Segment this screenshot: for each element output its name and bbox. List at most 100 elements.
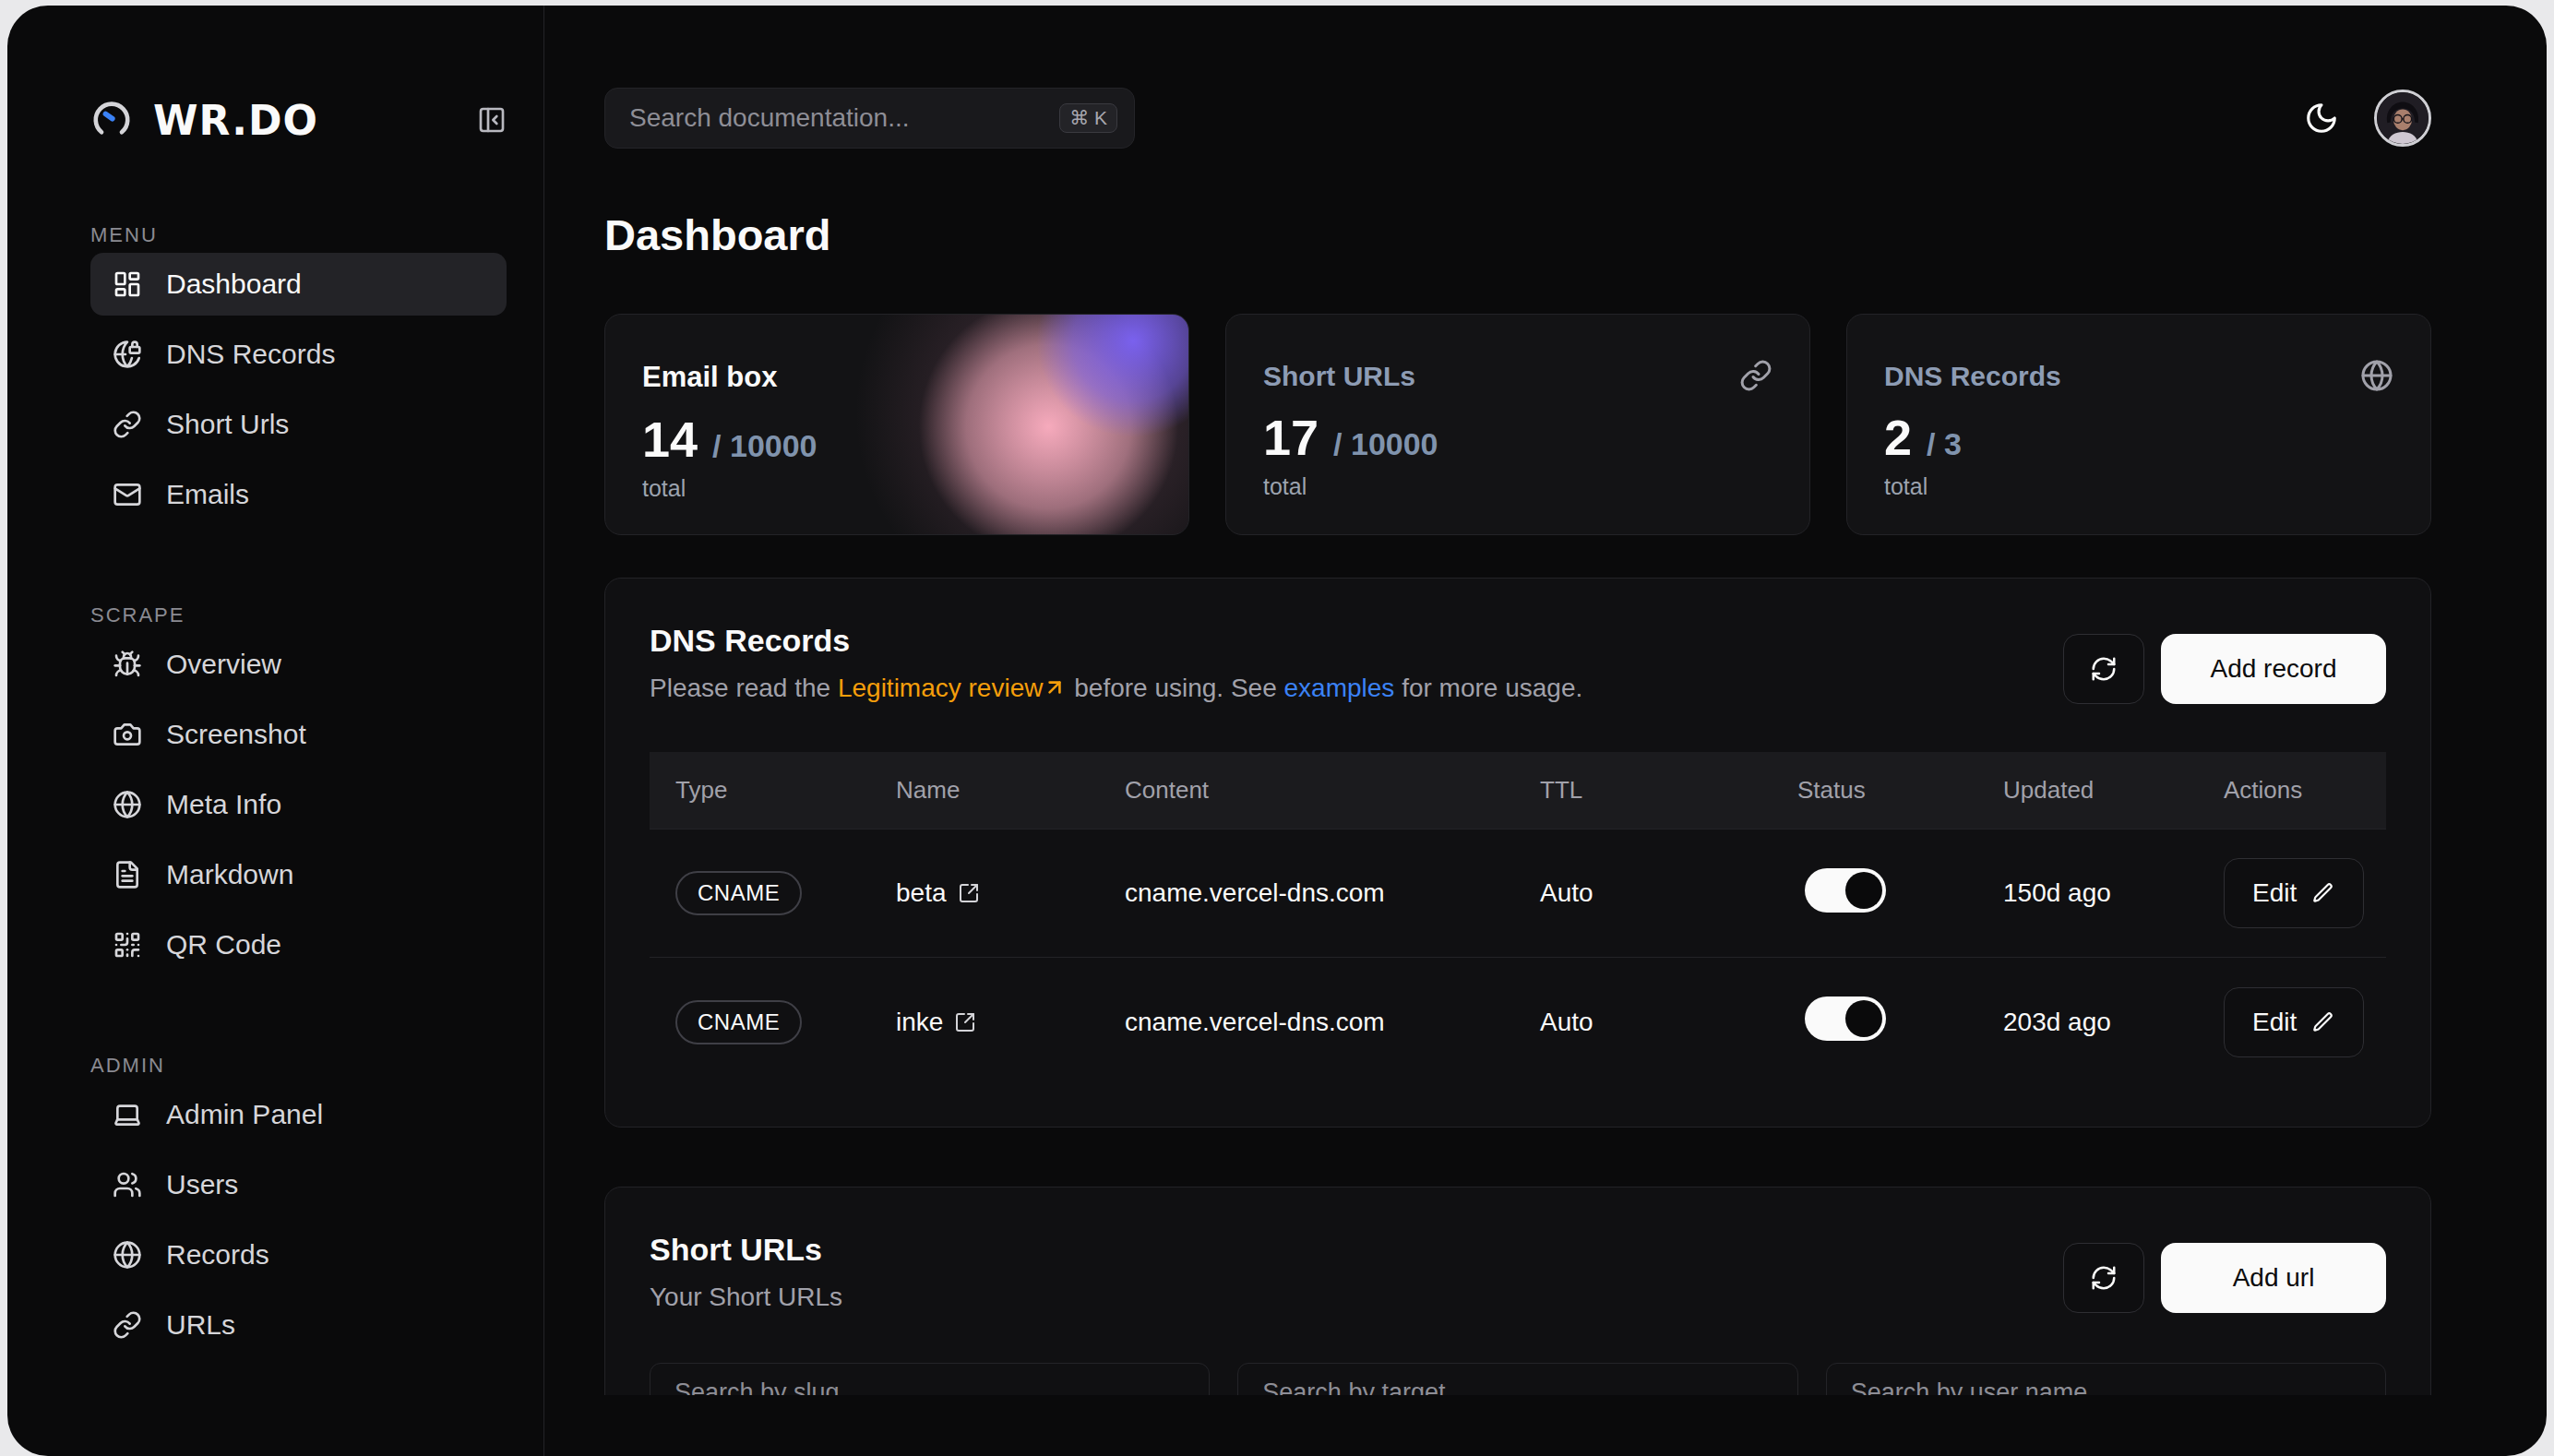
sidebar-item-label: Dashboard <box>166 269 302 300</box>
toggle-knob <box>1845 872 1882 909</box>
column-header: Content <box>1099 776 1514 805</box>
sidebar-item-short-urls[interactable]: Short Urls <box>90 393 507 456</box>
add-url-button[interactable]: Add url <box>2161 1243 2386 1313</box>
record-updated: 150d ago <box>1977 878 2198 908</box>
sidebar-item-users[interactable]: Users <box>90 1153 507 1216</box>
stat-caption: total <box>642 475 1152 502</box>
stat-icon-wrap <box>1739 359 1772 396</box>
add-record-button[interactable]: Add record <box>2161 634 2386 704</box>
stat-limit: / 10000 <box>1333 426 1438 462</box>
pencil-icon <box>2311 881 2335 905</box>
toggle-knob <box>1845 1000 1882 1037</box>
sidebar-item-dns-records[interactable]: DNS Records <box>90 323 507 386</box>
stat-caption: total <box>1263 473 1772 500</box>
dns-records-section: DNS Records Please read the Legitimacy r… <box>604 578 2431 1128</box>
status-toggle[interactable] <box>1805 997 1886 1041</box>
record-content: cname.vercel-dns.com <box>1099 878 1514 908</box>
record-type-badge: CNAME <box>675 1000 802 1044</box>
desc-text: for more usage. <box>1402 674 1582 702</box>
stat-card-dns-records: DNS Records2/ 3total <box>1846 314 2431 535</box>
users-icon <box>113 1170 142 1199</box>
sidebar-item-label: DNS Records <box>166 339 335 370</box>
record-ttl: Auto <box>1514 1008 1772 1037</box>
link-icon <box>113 1310 142 1340</box>
legitimacy-review-link[interactable]: Legitimacy review <box>838 674 1068 702</box>
sidebar-item-label: Users <box>166 1169 238 1200</box>
sidebar-item-label: URLs <box>166 1309 235 1341</box>
sidebar-item-dashboard[interactable]: Dashboard <box>90 253 507 316</box>
laptop-icon <box>113 1100 142 1129</box>
column-header: Type <box>650 776 870 805</box>
refresh-cw-icon <box>2090 1264 2118 1292</box>
dns-table-row: CNAMEbetacname.vercel-dns.comAuto150d ag… <box>650 829 2386 958</box>
examples-link[interactable]: examples <box>1284 674 1395 702</box>
refresh-button[interactable] <box>2063 1243 2144 1313</box>
sidebar-item-admin-panel[interactable]: Admin Panel <box>90 1083 507 1146</box>
short-urls-section: Short URLs Your Short URLs Add url <box>604 1187 2431 1395</box>
globe-icon <box>113 790 142 819</box>
sidebar-nav: MENU Dashboard DNS Records Short Urls Emails… <box>90 223 507 1356</box>
desc-text: Please read the <box>650 674 830 702</box>
url-filter-input-0[interactable] <box>650 1363 1210 1395</box>
url-filters <box>650 1363 2386 1395</box>
external-link-icon <box>958 882 980 904</box>
stat-limit: / 3 <box>1927 426 1962 462</box>
search-input[interactable]: Search documentation... ⌘ K <box>604 88 1135 149</box>
dns-table-row: CNAME inke cname.vercel-dns.comAuto 203d ag… <box>650 958 2386 1086</box>
sidebar-item-label: Markdown <box>166 859 293 890</box>
record-name: inke <box>896 1008 943 1037</box>
refresh-cw-icon <box>2090 655 2118 683</box>
sidebar-item-meta-info[interactable]: Meta Info <box>90 773 507 836</box>
stat-value: 17 <box>1263 409 1319 466</box>
sidebar-item-markdown[interactable]: Markdown <box>90 843 507 906</box>
layout-dashboard-icon <box>113 269 142 299</box>
sidebar-item-label: Meta Info <box>166 789 281 820</box>
urls-section-title: Short URLs <box>650 1232 2063 1268</box>
dns-table-header: TypeNameContentTTLStatusUpdatedActions <box>650 752 2386 829</box>
sidebar-item-screenshot[interactable]: Screenshot <box>90 703 507 766</box>
url-filter-input-1[interactable] <box>1237 1363 1797 1395</box>
sidebar-item-label: Emails <box>166 479 249 510</box>
topbar: Search documentation... ⌘ K <box>604 88 2431 149</box>
sidebar-collapse-button[interactable] <box>477 105 507 135</box>
refresh-button[interactable] <box>2063 634 2144 704</box>
camera-icon <box>113 720 142 749</box>
sidebar-item-records[interactable]: Records <box>90 1223 507 1286</box>
sidebar-item-emails[interactable]: Emails <box>90 463 507 526</box>
stat-icon-wrap <box>2360 359 2393 396</box>
column-header: Name <box>870 776 1099 805</box>
moon-icon <box>2304 101 2339 136</box>
brand-logo-icon <box>90 99 133 141</box>
column-header: Status <box>1772 776 1977 805</box>
avatar[interactable] <box>2374 90 2431 147</box>
stat-title: Short URLs <box>1263 361 1772 392</box>
nav-section-label: MENU <box>90 223 507 247</box>
theme-toggle-button[interactable] <box>2304 101 2339 136</box>
external-link-icon <box>954 1011 976 1033</box>
stat-card-short-urls: Short URLs 17 / 10000 total <box>1225 314 1810 535</box>
link-icon <box>1739 359 1772 392</box>
brand-name: WR.DO <box>153 97 318 144</box>
sidebar-item-overview[interactable]: Overview <box>90 633 507 696</box>
stat-card-email-box: Email box14/ 10000total <box>604 314 1189 535</box>
stats-row: Email box14/ 10000total Short URLs 17 / 100… <box>604 314 2431 535</box>
record-updated: 203d ago <box>1977 1008 2198 1037</box>
url-filter-input-2[interactable] <box>1826 1363 2386 1395</box>
sidebar-item-label: Admin Panel <box>166 1099 323 1130</box>
sidebar-item-qr-code[interactable]: QR Code <box>90 913 507 976</box>
column-header: Actions <box>2198 776 2386 805</box>
stat-value: 14 <box>642 411 698 468</box>
dns-section-description: Please read the Legitimacy review before… <box>650 674 2063 703</box>
globe-icon <box>2360 359 2393 392</box>
arrow-up-right-icon <box>1043 675 1067 699</box>
sidebar-item-label: Records <box>166 1239 269 1271</box>
record-content: cname.vercel-dns.com <box>1099 1008 1514 1037</box>
sidebar-item-urls[interactable]: URLs <box>90 1294 507 1356</box>
edit-record-button[interactable]: Edit <box>2224 858 2364 928</box>
urls-section-subtitle: Your Short URLs <box>650 1283 2063 1312</box>
status-toggle[interactable] <box>1805 868 1886 913</box>
edit-record-button[interactable]: Edit <box>2224 987 2364 1057</box>
desc-text: before using. See <box>1074 674 1277 702</box>
sidebar-item-label: Screenshot <box>166 719 306 750</box>
stat-caption: total <box>1884 473 2393 500</box>
